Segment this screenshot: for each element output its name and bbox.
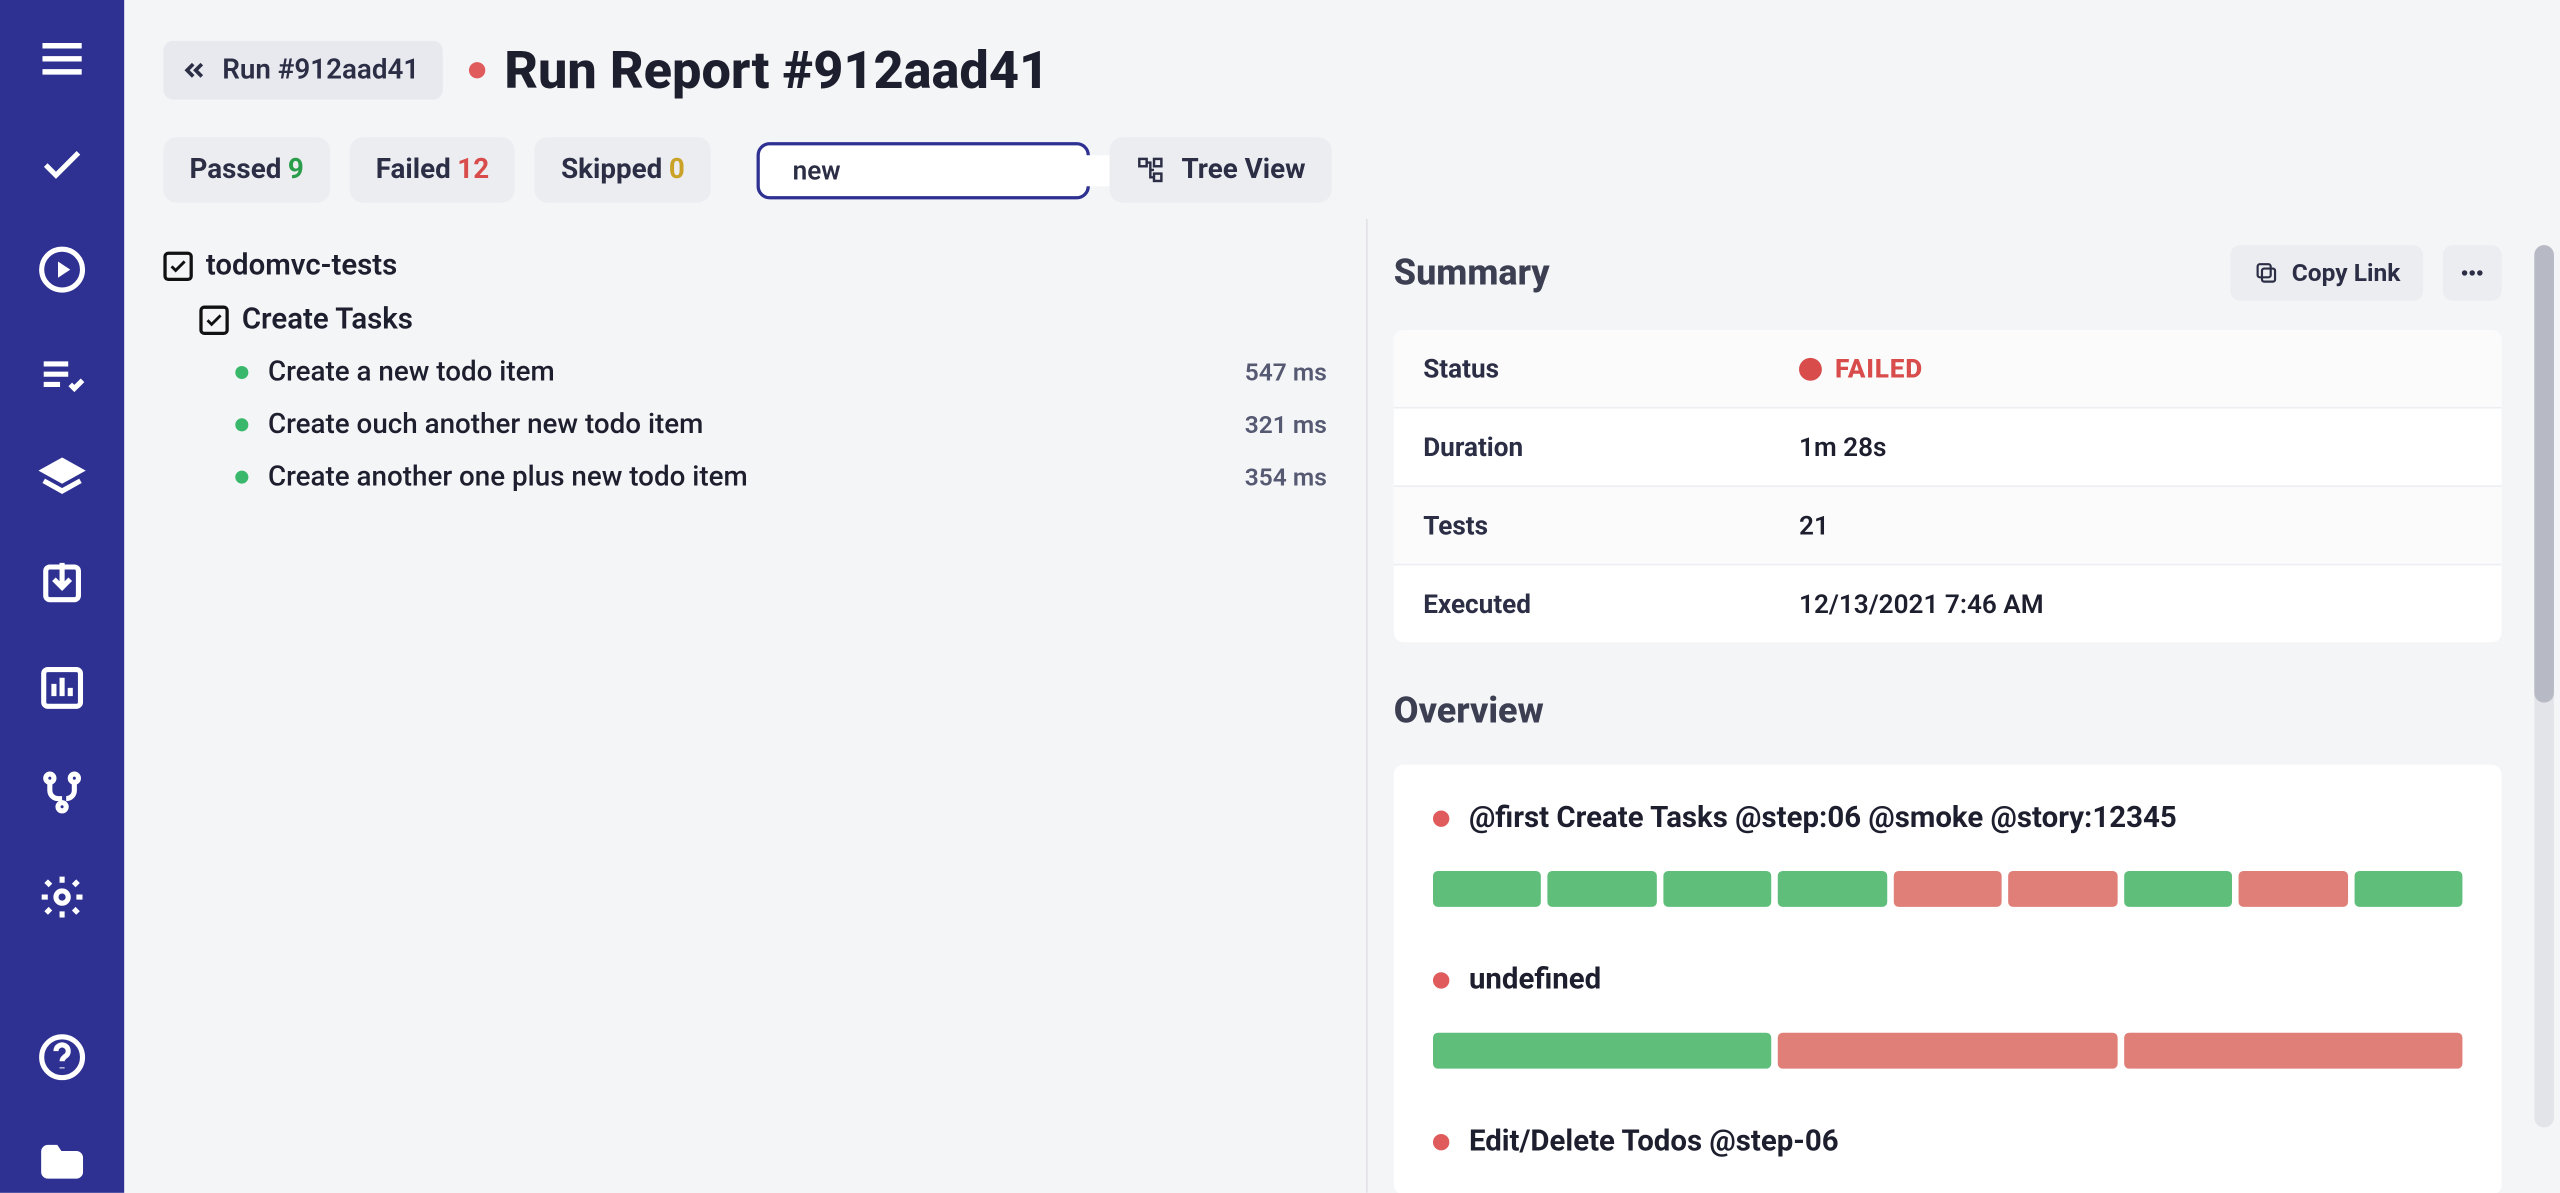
- table-row: Status FAILED: [1394, 330, 2502, 408]
- summary-pane: Summary Copy Link Status: [1366, 219, 2560, 1193]
- tree-view-button[interactable]: Tree View: [1110, 137, 1332, 202]
- table-row: Executed 12/13/2021 7:46 AM: [1394, 565, 2502, 642]
- page-title: Run Report #912aad41: [504, 39, 1049, 101]
- breadcrumb-back-button[interactable]: Run #912aad41: [163, 41, 442, 100]
- copy-icon: [2253, 260, 2279, 286]
- more-menu-button[interactable]: [2443, 245, 2502, 301]
- left-nav-rail: U: [0, 0, 124, 1193]
- import-icon[interactable]: [36, 559, 88, 608]
- playlist-check-icon[interactable]: [36, 350, 88, 399]
- overview-card: @first Create Tasks @step:06 @smoke @sto…: [1394, 765, 2502, 1193]
- tree-test-row[interactable]: Create a new todo item 547 ms: [163, 346, 1326, 398]
- segment-fail[interactable]: [2124, 1033, 2463, 1069]
- fail-dot-icon: [1433, 810, 1449, 826]
- table-row: Duration 1m 28s: [1394, 409, 2502, 487]
- pass-dot-icon: [235, 418, 248, 431]
- scrollbar-track[interactable]: [2534, 245, 2554, 1127]
- tree-test-row[interactable]: Create ouch another new todo item 321 ms: [163, 399, 1326, 451]
- overview-group-row[interactable]: Edit/Delete Todos @step-06: [1433, 1124, 2462, 1158]
- folder-icon[interactable]: [36, 1137, 88, 1186]
- summary-table: Status FAILED Duration 1m 28s Tests 21: [1394, 330, 2502, 642]
- filter-passed-button[interactable]: Passed9: [163, 137, 330, 202]
- status-dot-icon: [468, 62, 484, 78]
- tree-icon: [1136, 155, 1165, 184]
- menu-icon[interactable]: [36, 33, 88, 85]
- segment-fail[interactable]: [2239, 871, 2348, 907]
- branch-icon[interactable]: [36, 768, 88, 817]
- chevrons-left-icon: [180, 56, 209, 85]
- layers-icon[interactable]: [36, 454, 88, 503]
- test-tree-pane: todomvc-tests Create Tasks Create a new …: [124, 219, 1366, 1193]
- overview-segment-bar: [1433, 871, 2462, 907]
- dots-icon: [2459, 260, 2485, 286]
- overview-title: Overview: [1394, 691, 2541, 732]
- tree-group-row[interactable]: Create Tasks: [163, 292, 1326, 346]
- summary-title: Summary: [1394, 252, 1550, 293]
- search-input[interactable]: [793, 154, 1125, 185]
- pass-dot-icon: [235, 471, 248, 484]
- play-circle-icon[interactable]: [36, 245, 88, 294]
- segment-pass[interactable]: [1663, 871, 1772, 907]
- segment-pass[interactable]: [2124, 871, 2233, 907]
- help-icon[interactable]: [36, 1033, 88, 1082]
- checkmark-icon[interactable]: [36, 141, 88, 190]
- scrollbar-thumb[interactable]: [2534, 245, 2554, 703]
- table-row: Tests 21: [1394, 487, 2502, 565]
- segment-pass[interactable]: [1433, 1033, 1772, 1069]
- segment-pass[interactable]: [1548, 871, 1657, 907]
- fail-dot-icon: [1799, 357, 1822, 380]
- segment-pass[interactable]: [1433, 871, 1542, 907]
- gear-icon[interactable]: [36, 873, 88, 922]
- overview-segment-bar: [1433, 1033, 2462, 1069]
- fail-dot-icon: [1433, 1133, 1449, 1149]
- checkbox-checked-icon: [163, 251, 192, 280]
- pass-dot-icon: [235, 366, 248, 379]
- tree-test-row[interactable]: Create another one plus new todo item 35…: [163, 451, 1326, 503]
- segment-pass[interactable]: [2354, 871, 2463, 907]
- segment-fail[interactable]: [2008, 871, 2117, 907]
- status-badge: FAILED: [1835, 353, 1923, 384]
- segment-fail[interactable]: [1778, 1033, 2117, 1069]
- search-box[interactable]: [757, 141, 1090, 198]
- filter-skipped-button[interactable]: Skipped0: [535, 137, 711, 202]
- checkbox-checked-icon: [199, 305, 228, 334]
- fail-dot-icon: [1433, 971, 1449, 987]
- tree-suite-row[interactable]: todomvc-tests: [163, 239, 1326, 293]
- filter-failed-button[interactable]: Failed12: [350, 137, 516, 202]
- segment-pass[interactable]: [1778, 871, 1887, 907]
- overview-group-row[interactable]: undefined: [1433, 962, 2462, 996]
- bar-chart-icon[interactable]: [36, 663, 88, 712]
- copy-link-button[interactable]: Copy Link: [2230, 245, 2424, 301]
- breadcrumb-label: Run #912aad41: [222, 54, 419, 87]
- overview-group-row[interactable]: @first Create Tasks @step:06 @smoke @sto…: [1433, 801, 2462, 835]
- segment-fail[interactable]: [1893, 871, 2002, 907]
